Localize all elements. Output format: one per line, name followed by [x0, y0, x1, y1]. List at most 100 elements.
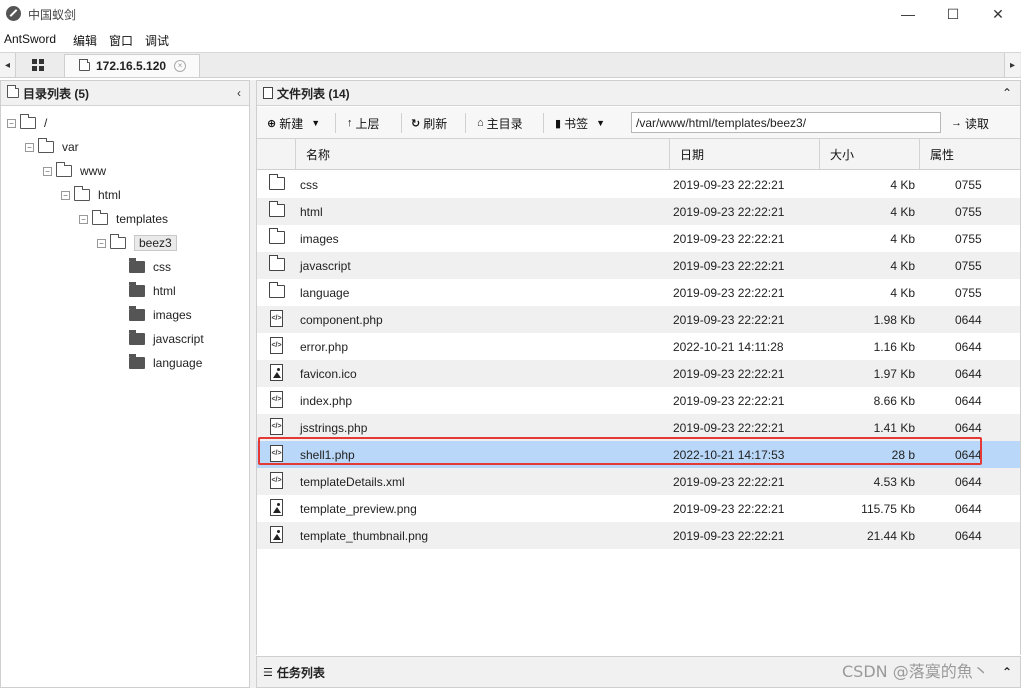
tree-collapse-icon[interactable]: −	[79, 214, 88, 224]
tree-collapse-icon[interactable]: −	[7, 118, 16, 128]
tree-node-label: /	[44, 116, 48, 130]
file-attr: 0644	[955, 393, 982, 408]
file-attr: 0644	[955, 501, 982, 516]
tree-node-label: templates	[116, 212, 169, 226]
table-row[interactable]: </> shell1.php 2022-10-21 14:17:53 28 b 0644	[257, 441, 1020, 468]
table-row[interactable]: </> index.php 2019-09-23 22:22:21 8.66 Kb 06…	[257, 387, 1020, 414]
folder-closed-icon	[129, 282, 145, 297]
tree-node-language[interactable]: language	[129, 353, 202, 373]
tree-node-javascript[interactable]: javascript	[129, 329, 204, 349]
file-size: 115.75 Kb	[861, 501, 915, 516]
directory-panel-header: 目录列表 (5)	[1, 81, 249, 106]
menu-edit[interactable]: 编辑	[73, 32, 97, 49]
tab-host-label: 172.16.5.120	[96, 59, 167, 73]
tree-collapse-icon[interactable]: −	[61, 190, 70, 200]
folder-open-icon	[20, 114, 36, 129]
tree-collapse-icon[interactable]: −	[97, 238, 106, 248]
tree-node-www[interactable]: − www	[43, 161, 106, 181]
tree-node-beez3[interactable]: − beez3	[97, 233, 177, 253]
column-name[interactable]: 名称	[295, 139, 669, 170]
grid-icon	[32, 59, 44, 71]
minimize-button[interactable]: —	[885, 0, 931, 28]
tree-node-html[interactable]: html	[129, 281, 176, 301]
file-size: 1.98 Kb	[873, 312, 915, 327]
read-button[interactable]: → 读取	[951, 113, 989, 133]
tab-home-grid[interactable]	[16, 53, 60, 77]
folder-closed-icon	[129, 354, 145, 369]
close-window-button[interactable]: ✕	[975, 0, 1021, 28]
tree-node-label: javascript	[153, 332, 204, 346]
table-row[interactable]: template_thumbnail.png 2019-09-23 22:22:2…	[257, 522, 1020, 549]
tree-node-label: var	[62, 140, 79, 154]
refresh-button[interactable]: ↻ 刷新	[411, 113, 447, 133]
menu-window[interactable]: 窗口	[109, 32, 133, 49]
collapse-task-list-icon[interactable]: ⌃	[1002, 665, 1012, 679]
table-row[interactable]: images 2019-09-23 22:22:21 4 Kb 0755	[257, 225, 1020, 252]
folder-icon	[7, 85, 19, 98]
tree-collapse-icon[interactable]: −	[25, 142, 34, 152]
file-size: 1.97 Kb	[873, 366, 915, 381]
table-row[interactable]: </> error.php 2022-10-21 14:11:28 1.16 Kb 06…	[257, 333, 1020, 360]
column-size[interactable]: 大小	[819, 139, 919, 170]
table-row[interactable]: favicon.ico 2019-09-23 22:22:21 1.97 Kb 064…	[257, 360, 1020, 387]
table-row[interactable]: language 2019-09-23 22:22:21 4 Kb 0755	[257, 279, 1020, 306]
folder-closed-icon	[129, 258, 145, 273]
table-row[interactable]: css 2019-09-23 22:22:21 4 Kb 0755	[257, 171, 1020, 198]
column-attr[interactable]: 属性	[919, 139, 1019, 170]
menu-debug[interactable]: 调试	[145, 32, 169, 49]
path-input[interactable]	[631, 112, 941, 133]
tab-scroll-left-icon[interactable]: ◂	[0, 53, 16, 77]
table-row[interactable]: </> jsstrings.php 2019-09-23 22:22:21 1.41 …	[257, 414, 1020, 441]
tab-close-icon[interactable]: ×	[174, 60, 187, 72]
file-size: 1.16 Kb	[873, 339, 915, 354]
file-attr: 0644	[955, 528, 982, 543]
file-grid: 名称 日期 大小 属性 css 2019-09-23 22:22:21 4 Kb 07…	[257, 139, 1020, 655]
file-name: javascript	[300, 258, 351, 273]
up-level-button[interactable]: ↑ 上层	[347, 113, 380, 133]
collapse-left-icon[interactable]: ‹	[237, 86, 241, 100]
tree-node-templates[interactable]: − templates	[79, 209, 168, 229]
file-size: 4 Kb	[890, 231, 915, 246]
tree-collapse-icon[interactable]: −	[43, 166, 52, 176]
tree-node-html[interactable]: − html	[61, 185, 121, 205]
table-row[interactable]: </> component.php 2019-09-23 22:22:21 1.98 …	[257, 306, 1020, 333]
collapse-file-list-icon[interactable]: ⌃	[1002, 86, 1012, 100]
file-attr: 0755	[955, 177, 982, 192]
table-row[interactable]: html 2019-09-23 22:22:21 4 Kb 0755	[257, 198, 1020, 225]
file-size: 21.44 Kb	[866, 528, 915, 543]
tab-scroll-right-icon[interactable]: ▸	[1004, 53, 1020, 77]
bookmark-button[interactable]: ▮ 书签 ▼	[555, 113, 605, 133]
tree-node-css[interactable]: css	[129, 257, 171, 277]
tree-node-label: html	[153, 284, 176, 298]
tab-host[interactable]: 172.16.5.120 ×	[64, 54, 200, 77]
menu-bar: AntSword 编辑 窗口 调试	[0, 29, 1021, 51]
file-date: 2019-09-23 22:22:21	[673, 204, 785, 219]
image-file-icon	[270, 499, 283, 516]
file-attr: 0644	[955, 339, 982, 354]
directory-panel-title: 目录列表 (5)	[23, 86, 90, 101]
tree-node-/[interactable]: − /	[7, 113, 47, 133]
maximize-button[interactable]: ☐	[930, 0, 976, 28]
file-size: 4 Kb	[890, 177, 915, 192]
file-size: 4.53 Kb	[873, 474, 915, 489]
file-size: 4 Kb	[890, 204, 915, 219]
column-date[interactable]: 日期	[669, 139, 819, 170]
file-name: template_thumbnail.png	[300, 528, 429, 543]
file-name: favicon.ico	[300, 366, 357, 381]
table-row[interactable]: </> templateDetails.xml 2019-09-23 22:22:2…	[257, 468, 1020, 495]
table-row[interactable]: template_preview.png 2019-09-23 22:22:21 1…	[257, 495, 1020, 522]
tree-node-images[interactable]: images	[129, 305, 192, 325]
tree-node-var[interactable]: − var	[25, 137, 79, 157]
code-file-icon: </>	[270, 337, 283, 354]
home-directory-button[interactable]: ⌂ 主目录	[477, 113, 523, 133]
file-name: templateDetails.xml	[300, 474, 405, 489]
file-attr: 0644	[955, 447, 982, 462]
file-attr: 0755	[955, 204, 982, 219]
table-row[interactable]: javascript 2019-09-23 22:22:21 4 Kb 0755	[257, 252, 1020, 279]
new-button[interactable]: ⊕ 新建 ▼	[267, 113, 320, 133]
menu-antsword[interactable]: AntSword	[4, 32, 56, 46]
code-file-icon: </>	[270, 445, 283, 462]
file-attr: 0644	[955, 420, 982, 435]
file-list-title: 文件列表 (14)	[277, 86, 350, 101]
file-toolbar: ⊕ 新建 ▼ ↑ 上层 ↻ 刷新 ⌂ 主目录 ▮ 书签 ▼ → 读取	[257, 107, 1020, 139]
